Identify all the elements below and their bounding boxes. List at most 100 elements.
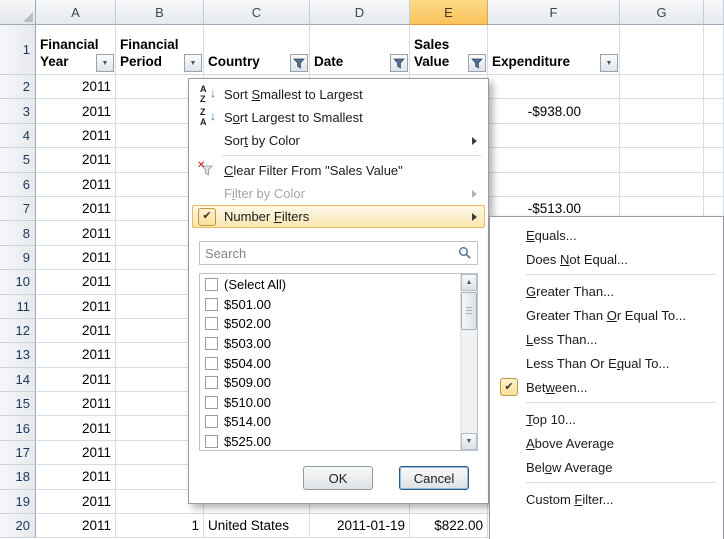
filter-dropdown-button-country[interactable] <box>290 54 308 72</box>
cell-f1-expenditure[interactable]: Expenditure ▼ <box>488 25 620 75</box>
scroll-down-button[interactable]: ▼ <box>461 433 477 450</box>
select-all-corner[interactable] <box>0 0 36 25</box>
cell-year[interactable]: 2011 <box>36 343 116 367</box>
checkbox[interactable] <box>205 298 218 311</box>
column-header-b[interactable]: B <box>116 0 204 25</box>
cell-year[interactable]: 2011 <box>36 416 116 440</box>
menu-item-clear-filter[interactable]: ✕ Clear Filter From "Sales Value" <box>192 159 485 182</box>
cell-year[interactable]: 2011 <box>36 392 116 416</box>
cell-year[interactable]: 2011 <box>36 173 116 197</box>
checkbox[interactable] <box>205 357 218 370</box>
checkbox[interactable] <box>205 376 218 389</box>
row-header[interactable]: 2 <box>0 75 36 99</box>
cell-year[interactable]: 2011 <box>36 514 116 538</box>
row-header[interactable]: 20 <box>0 514 36 538</box>
checkbox[interactable] <box>205 317 218 330</box>
cell-expenditure[interactable] <box>488 75 620 99</box>
cell-expenditure[interactable]: -$938.00 <box>488 99 620 123</box>
filter-value-item[interactable]: $510.00 <box>200 393 460 413</box>
filter-value-item[interactable]: $514.00 <box>200 412 460 432</box>
column-header-e-selected[interactable]: E <box>410 0 488 25</box>
submenu-item-top-10[interactable]: Top 10... <box>490 407 723 431</box>
checkbox[interactable] <box>205 337 218 350</box>
column-header-a[interactable]: A <box>36 0 116 25</box>
submenu-item-less-than[interactable]: Less Than... <box>490 327 723 351</box>
submenu-item-greater-than[interactable]: Greater Than... <box>490 279 723 303</box>
listbox-scrollbar[interactable]: ▲ ▼ <box>460 274 477 450</box>
cell-year[interactable]: 2011 <box>36 75 116 99</box>
menu-item-number-filters[interactable]: ✔ Number Filters <box>192 205 485 228</box>
menu-item-sort-largest-to-smallest[interactable]: Z A ↓ Sort Largest to Smallest <box>192 106 485 129</box>
filter-dropdown-button-period[interactable]: ▼ <box>184 54 202 72</box>
cell-year[interactable]: 2011 <box>36 124 116 148</box>
submenu-item-custom-filter[interactable]: Custom Filter... <box>490 487 723 511</box>
cell-empty[interactable] <box>620 148 704 172</box>
row-header[interactable]: 16 <box>0 416 36 440</box>
cell-year[interactable]: 2011 <box>36 270 116 294</box>
cell-year[interactable]: 2011 <box>36 465 116 489</box>
cell-c1-country[interactable]: Country <box>204 25 310 75</box>
submenu-item-below-average[interactable]: Below Average <box>490 455 723 479</box>
cell-expenditure[interactable] <box>488 173 620 197</box>
cell-year[interactable]: 2011 <box>36 221 116 245</box>
column-header-g[interactable]: G <box>620 0 704 25</box>
cell-expenditure[interactable] <box>488 148 620 172</box>
filter-dropdown-button-sales-value[interactable] <box>468 54 486 72</box>
cell-d1-date[interactable]: Date <box>310 25 410 75</box>
filter-dropdown-button-expenditure[interactable]: ▼ <box>600 54 618 72</box>
checkbox[interactable] <box>205 415 218 428</box>
submenu-item-equals[interactable]: Equals... <box>490 223 723 247</box>
row-header[interactable]: 5 <box>0 148 36 172</box>
cell-year[interactable]: 2011 <box>36 246 116 270</box>
column-header-f[interactable]: F <box>488 0 620 25</box>
checkbox[interactable] <box>205 396 218 409</box>
cell-year[interactable]: 2011 <box>36 295 116 319</box>
cell-a1-financial-year[interactable]: FinancialYear ▼ <box>36 25 116 75</box>
submenu-item-between[interactable]: ✔ Between... <box>490 375 723 399</box>
cell-year[interactable]: 2011 <box>36 441 116 465</box>
row-header[interactable]: 9 <box>0 246 36 270</box>
filter-value-item[interactable]: $504.00 <box>200 353 460 373</box>
filter-value-item[interactable]: $525.00 <box>200 432 460 451</box>
cancel-button[interactable]: Cancel <box>399 466 469 490</box>
row-header[interactable]: 19 <box>0 490 36 514</box>
row-header[interactable]: 12 <box>0 319 36 343</box>
cell-sales-value[interactable]: $822.00 <box>410 514 488 538</box>
cell-year[interactable]: 2011 <box>36 490 116 514</box>
checkbox[interactable] <box>205 278 218 291</box>
filter-value-item[interactable]: (Select All) <box>200 275 460 295</box>
cell-year[interactable]: 2011 <box>36 197 116 221</box>
row-header[interactable]: 8 <box>0 221 36 245</box>
menu-item-sort-by-color[interactable]: Sort by Color <box>192 129 485 152</box>
filter-value-item[interactable]: $509.00 <box>200 373 460 393</box>
column-header-c[interactable]: C <box>204 0 310 25</box>
row-header[interactable]: 10 <box>0 270 36 294</box>
scroll-up-button[interactable]: ▲ <box>461 274 477 291</box>
cell-b1-financial-period[interactable]: FinancialPeriod ▼ <box>116 25 204 75</box>
checkbox[interactable] <box>205 435 218 448</box>
row-header[interactable]: 15 <box>0 392 36 416</box>
submenu-item-does-not-equal[interactable]: Does Not Equal... <box>490 247 723 271</box>
row-header[interactable]: 14 <box>0 368 36 392</box>
row-header[interactable]: 4 <box>0 124 36 148</box>
submenu-item-greater-than-or-equal[interactable]: Greater Than Or Equal To... <box>490 303 723 327</box>
row-header[interactable]: 6 <box>0 173 36 197</box>
cell-e1-sales-value[interactable]: SalesValue <box>410 25 488 75</box>
filter-dropdown-button-date[interactable] <box>390 54 408 72</box>
cell-year[interactable]: 2011 <box>36 148 116 172</box>
row-header[interactable]: 18 <box>0 465 36 489</box>
cell-empty[interactable] <box>620 75 704 99</box>
cell-year[interactable]: 2011 <box>36 319 116 343</box>
row-header[interactable]: 17 <box>0 441 36 465</box>
row-header[interactable]: 7 <box>0 197 36 221</box>
search-input[interactable] <box>205 246 458 261</box>
row-header[interactable]: 11 <box>0 295 36 319</box>
submenu-item-less-than-or-equal[interactable]: Less Than Or Equal To... <box>490 351 723 375</box>
cell-country[interactable]: United States <box>204 514 310 538</box>
filter-value-item[interactable]: $503.00 <box>200 334 460 354</box>
row-header-1[interactable]: 1 <box>0 25 36 75</box>
cell-date[interactable]: 2011-01-19 <box>310 514 410 538</box>
cell-empty[interactable] <box>620 99 704 123</box>
row-header[interactable]: 3 <box>0 99 36 123</box>
cell-period[interactable]: 1 <box>116 514 204 538</box>
